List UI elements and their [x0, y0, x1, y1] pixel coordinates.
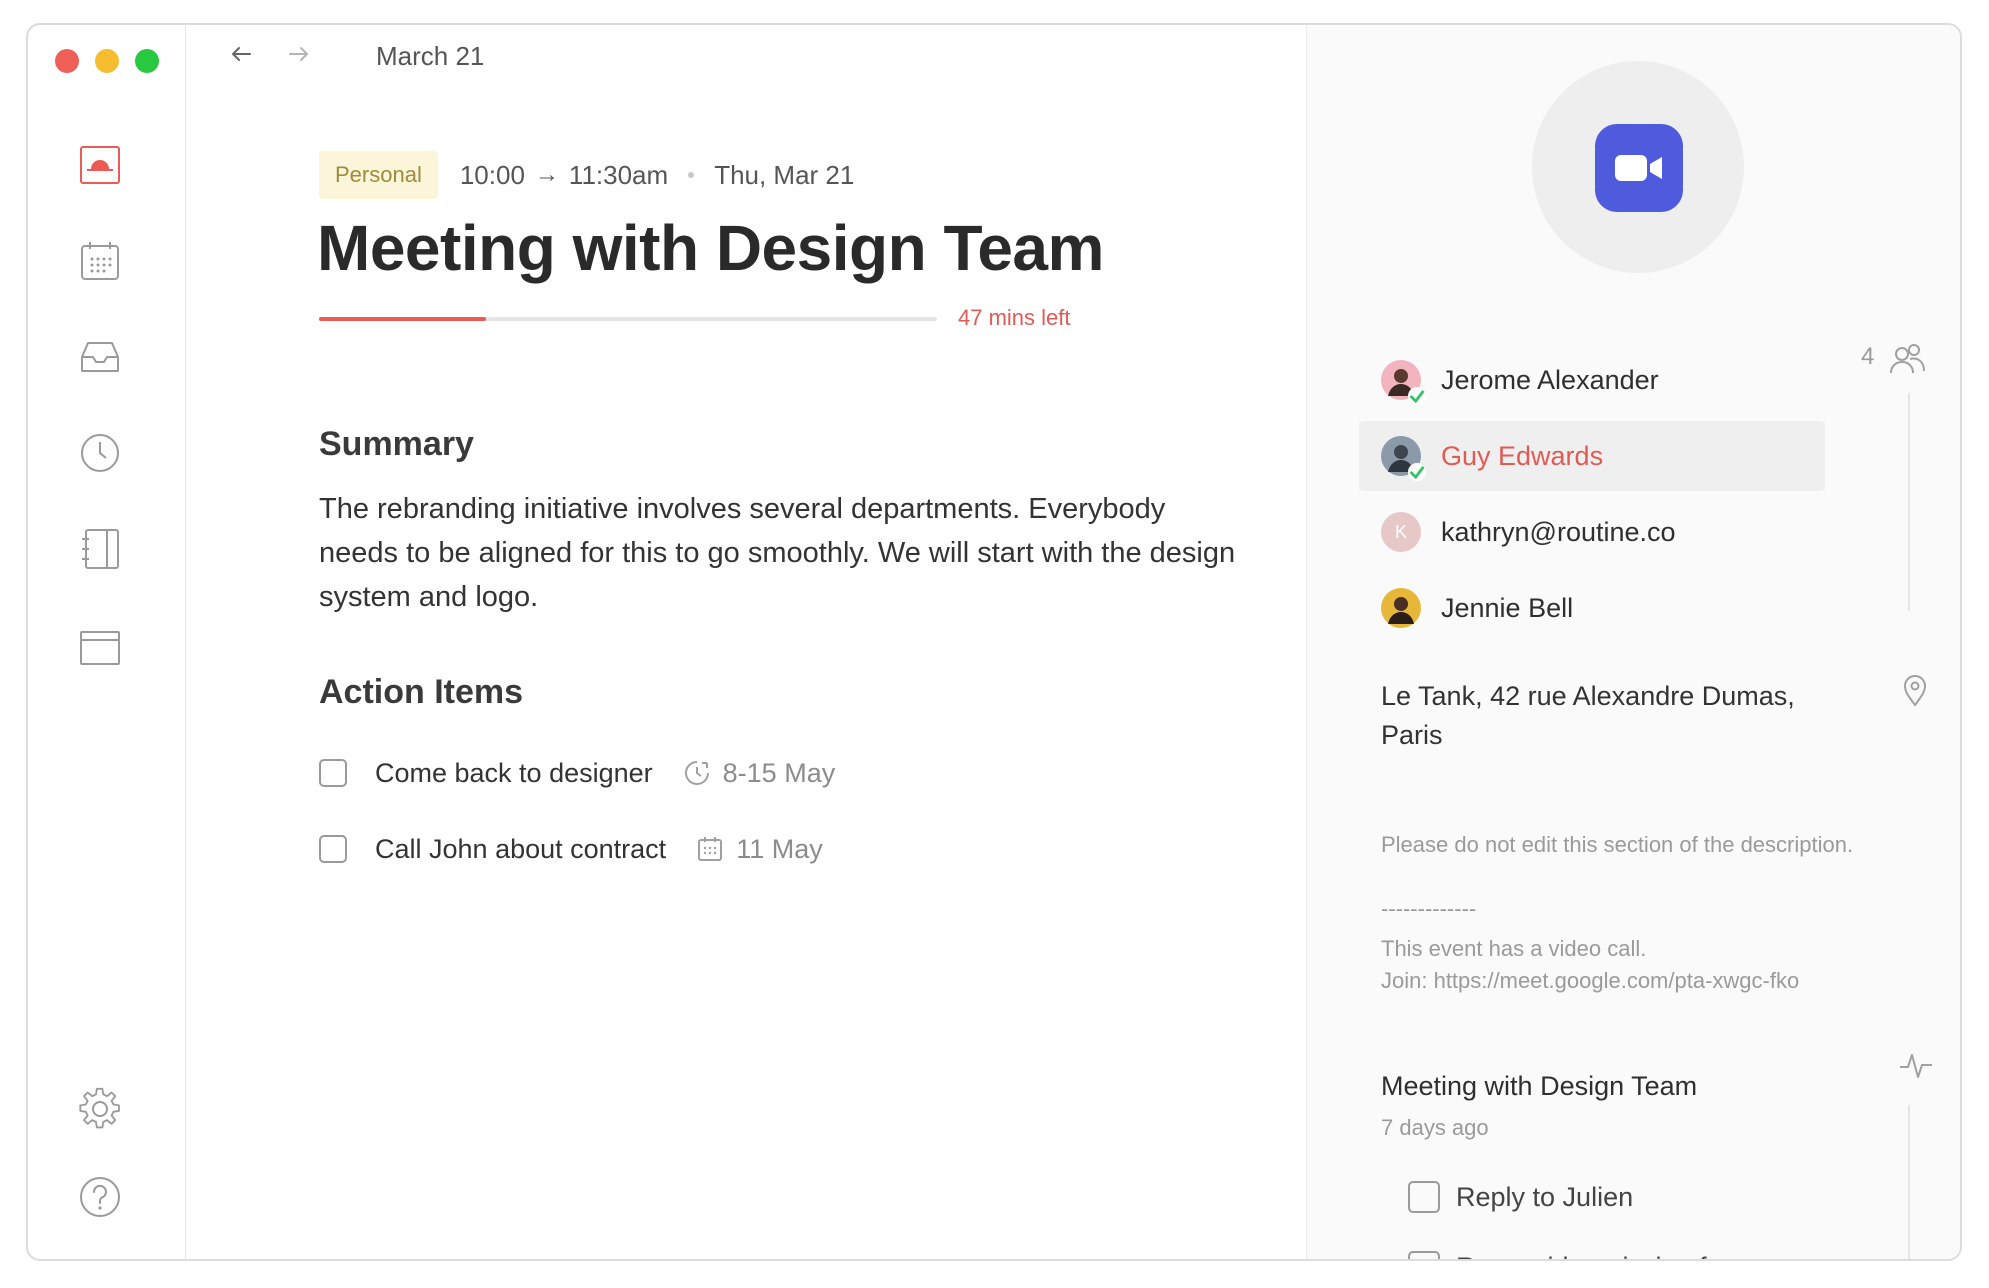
maximize-window-button[interactable]	[135, 49, 159, 73]
attendee-name: kathryn@routine.co	[1441, 516, 1676, 547]
attendee-row[interactable]: Jennie Bell	[1359, 573, 1819, 643]
calendar-icon	[81, 242, 119, 280]
today-icon	[80, 146, 120, 184]
gear-icon	[79, 1087, 120, 1129]
time-progress-fill	[319, 317, 486, 321]
avatar	[1381, 588, 1421, 628]
help-icon	[80, 1177, 120, 1217]
time-progress-bar	[319, 317, 937, 321]
end-time[interactable]: 11:30am	[569, 160, 668, 191]
attendee-name: Jerome Alexander	[1441, 364, 1659, 395]
attendee-divider-line	[1908, 393, 1910, 611]
attendee-name: Guy Edwards	[1441, 440, 1604, 471]
activity-icon[interactable]	[1898, 1049, 1934, 1081]
app-window: March 21 Personal 10:00 → 11:30am Thu, M…	[26, 23, 1962, 1261]
action-item: Call John about contract 11 May	[319, 829, 823, 869]
history-divider-line	[1908, 1105, 1910, 1259]
attendee-row[interactable]: K kathryn@routine.co	[1359, 497, 1819, 567]
inbox-icon	[81, 342, 119, 372]
clock-icon	[683, 759, 711, 787]
action-item-checkbox[interactable]	[319, 759, 347, 787]
history-task-checkbox[interactable]	[1408, 1181, 1440, 1213]
action-item-checkbox[interactable]	[319, 835, 347, 863]
arrow-right-icon	[289, 47, 308, 61]
description-divider: -------------	[1381, 896, 1477, 921]
avatar-initial: K	[1394, 521, 1407, 542]
arrow-left-icon	[232, 47, 251, 61]
attendee-count: 4	[1861, 343, 1875, 370]
accepted-check-icon	[1408, 387, 1426, 405]
action-item-date[interactable]: 11 May	[736, 834, 823, 865]
description-line[interactable]: Please do not edit this section of the d…	[1381, 829, 1901, 861]
history-task: Reconsider missing fea	[1408, 1247, 1737, 1260]
event-title[interactable]: Meeting with Design Team	[317, 211, 1104, 285]
join-video-call-button[interactable]	[1595, 124, 1683, 212]
current-date: March 21	[376, 41, 485, 71]
history-time: 7 days ago	[1381, 1115, 1489, 1140]
video-call-area	[1532, 61, 1744, 273]
location-pin-icon[interactable]	[1903, 675, 1927, 707]
event-day[interactable]: Thu, Mar 21	[714, 160, 854, 191]
attendee-row[interactable]: Jerome Alexander	[1359, 345, 1819, 415]
arrow-right-icon: →	[534, 161, 559, 188]
event-meta: Personal 10:00 → 11:30am Thu, Mar 21	[319, 151, 854, 199]
sidebar-item-history[interactable]	[78, 431, 122, 475]
history-title[interactable]: Meeting with Design Team	[1381, 1071, 1697, 1102]
summary-heading: Summary	[319, 425, 474, 463]
sidebar-item-projects[interactable]	[78, 625, 122, 669]
history-task-text[interactable]: Reply to Julien	[1456, 1182, 1633, 1213]
video-camera-icon	[1615, 155, 1662, 181]
avatar	[1381, 436, 1426, 481]
settings-button[interactable]	[78, 1087, 122, 1131]
window-controls	[55, 49, 159, 73]
action-item-date[interactable]: 8-15 May	[723, 758, 836, 789]
sidebar-item-calendar[interactable]	[78, 239, 122, 283]
history-task: Reply to Julien	[1408, 1177, 1633, 1217]
history-task-text[interactable]: Reconsider missing fea	[1456, 1252, 1737, 1260]
start-time[interactable]: 10:00	[460, 160, 525, 191]
avatar: K	[1381, 512, 1421, 552]
description-link[interactable]: Join: https://meet.google.com/pta-xwgc-f…	[1381, 965, 1901, 997]
action-item-text[interactable]: Call John about contract	[375, 834, 666, 865]
help-button[interactable]	[78, 1175, 122, 1219]
time-remaining: 47 mins left	[958, 305, 1071, 330]
forward-button[interactable]	[284, 39, 314, 69]
event-location[interactable]: Le Tank, 42 rue Alexandre Dumas, Paris	[1381, 677, 1851, 755]
sidebar-item-inbox[interactable]	[78, 335, 122, 379]
calendar-icon	[696, 835, 724, 863]
sidebar-item-today[interactable]	[78, 143, 122, 187]
people-icon[interactable]	[1888, 341, 1928, 377]
folder-icon	[80, 631, 120, 665]
description-line[interactable]: This event has a video call.	[1381, 933, 1901, 965]
attendee-name: Jennie Bell	[1441, 592, 1574, 623]
sidebar	[28, 25, 186, 1259]
event-detail: March 21 Personal 10:00 → 11:30am Thu, M…	[186, 25, 1306, 1259]
separator-dot	[688, 172, 695, 178]
action-item: Come back to designer 8-15 May	[319, 753, 835, 793]
minimize-window-button[interactable]	[95, 49, 119, 73]
clock-icon	[81, 434, 119, 472]
notebook-icon	[82, 529, 119, 569]
action-items-heading: Action Items	[319, 673, 524, 711]
action-item-text[interactable]: Come back to designer	[375, 758, 653, 789]
details-panel: 4 Jerome Alexander Guy Edwards K kathryn…	[1306, 25, 1960, 1260]
summary-text[interactable]: The rebranding initiative involves sever…	[319, 487, 1249, 619]
history-task-checkbox[interactable]	[1408, 1251, 1440, 1259]
accepted-check-icon	[1408, 463, 1426, 481]
attendee-row[interactable]: Guy Edwards	[1359, 421, 1825, 491]
back-button[interactable]	[226, 39, 256, 69]
avatar	[1381, 360, 1426, 405]
category-tag[interactable]: Personal	[319, 151, 438, 199]
sidebar-item-notebook[interactable]	[78, 527, 122, 571]
close-window-button[interactable]	[55, 49, 79, 73]
